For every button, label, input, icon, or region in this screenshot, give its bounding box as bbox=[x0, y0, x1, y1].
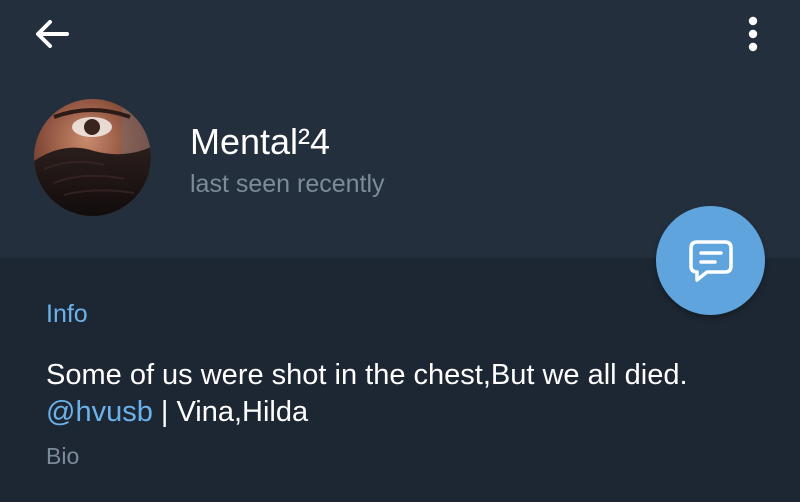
bio-line: Some of us were shot in the chest,But we… bbox=[46, 359, 688, 391]
bio-text: Some of us were shot in the chest,But we… bbox=[46, 357, 766, 431]
arrow-left-icon bbox=[36, 20, 69, 48]
profile-screen: Mental²4 last seen recently Info Some of… bbox=[0, 0, 800, 502]
more-options-button[interactable] bbox=[728, 8, 778, 60]
bio-label: Bio bbox=[46, 443, 80, 469]
message-icon bbox=[688, 239, 733, 282]
send-message-button[interactable] bbox=[656, 206, 765, 315]
username-link[interactable]: @hvusb bbox=[46, 396, 153, 428]
more-vertical-icon bbox=[748, 16, 758, 52]
avatar-photo bbox=[34, 99, 151, 216]
bio-names: | Vina,Hilda bbox=[152, 396, 309, 428]
profile-name: Mental²4 bbox=[190, 121, 331, 162]
info-section-title: Info bbox=[46, 300, 88, 328]
last-seen-status: last seen recently bbox=[190, 170, 385, 198]
avatar[interactable] bbox=[34, 99, 151, 216]
back-button[interactable] bbox=[22, 10, 82, 58]
